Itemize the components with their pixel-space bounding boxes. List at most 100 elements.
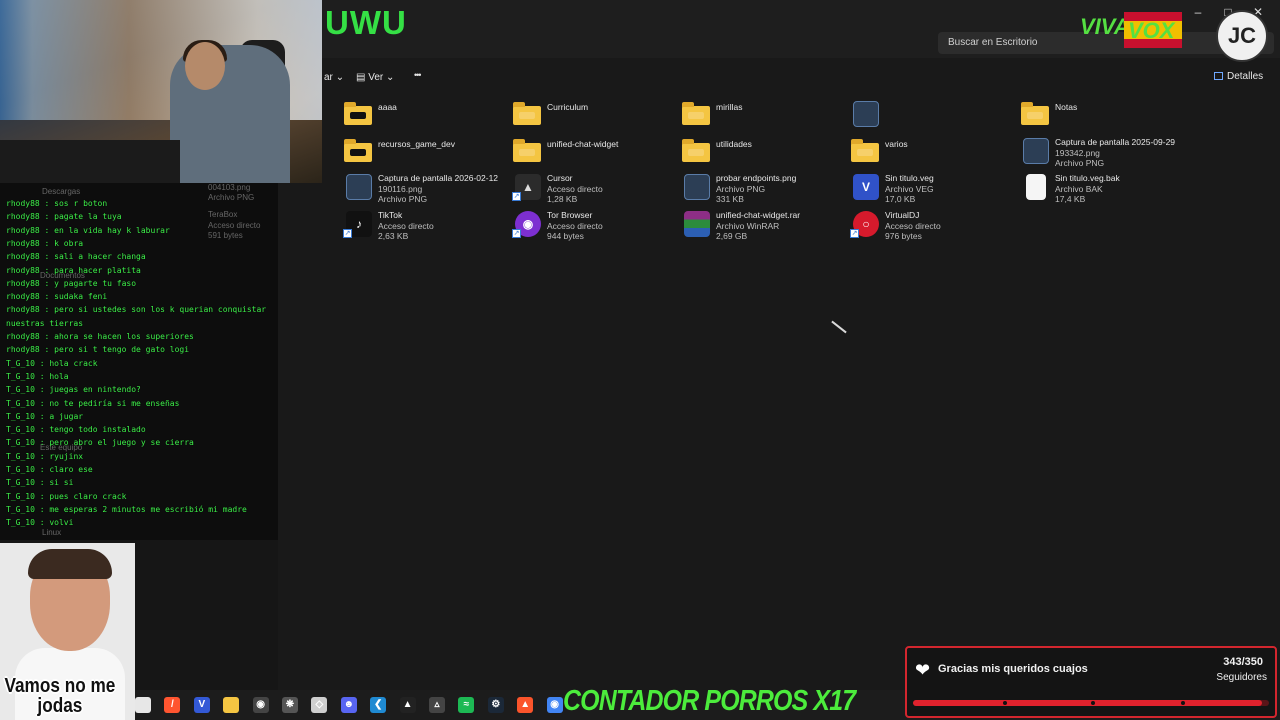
- chrome-icon[interactable]: ◉: [546, 697, 563, 713]
- file-name: Sin titulo.veg: [885, 173, 934, 183]
- goal-label: Gracias mis queridos cuajos: [938, 663, 1088, 675]
- file-text: Captura de pantalla 2025-09-29 193342.png…: [1055, 137, 1185, 169]
- chatgpt-icon[interactable]: ❋: [282, 697, 298, 713]
- file-name: Captura de pantalla 2025-09-29: [1055, 137, 1176, 147]
- details-pane-button[interactable]: Detalles: [1214, 71, 1263, 82]
- brave-icon[interactable]: ▲: [517, 697, 534, 713]
- vscode-icon[interactable]: ❮: [370, 697, 387, 713]
- file-item[interactable]: utilidades: [681, 137, 846, 171]
- chat-separator: :: [34, 438, 50, 448]
- file-name: TikTok: [378, 210, 403, 220]
- unity-icon[interactable]: ▵: [429, 697, 445, 713]
- goal-progress-track: [913, 700, 1269, 706]
- chat-text: k obra: [54, 238, 84, 248]
- chat-separator: :: [34, 491, 50, 501]
- more-options-button[interactable]: •••: [414, 70, 422, 80]
- chat-message: rhody88 : en la vida hay k laburar: [6, 226, 170, 235]
- minimize-button[interactable]: –: [1188, 5, 1208, 19]
- virtualdj-icon: ○ ↗: [850, 210, 880, 240]
- file-item[interactable]: ♪ ↗ TikTok Acceso directo 2,63 KB: [343, 210, 508, 244]
- blank-file-icon: [1020, 173, 1050, 203]
- toolbar-partial-button[interactable]: ar ⌄: [324, 72, 344, 83]
- file-item[interactable]: ○ ↗ VirtualDJ Acceso directo 976 bytes: [850, 210, 1015, 244]
- file-text: Sin titulo.veg Archivo VEG 17,0 KB: [885, 173, 1015, 205]
- file-item[interactable]: unified-chat-widget: [512, 137, 677, 171]
- steam-icon[interactable]: ⚙: [487, 697, 504, 713]
- chat-message: rhody88 : ahora se hacen los superiores: [6, 332, 194, 341]
- chat-message: T_G_10 : a jugar: [6, 412, 83, 421]
- goal-marker: [1181, 701, 1185, 705]
- image-file-icon: [850, 100, 880, 130]
- file-item[interactable]: Sin titulo.veg.bak Archivo BAK 17,4 KB: [1020, 173, 1185, 207]
- chat-separator: :: [39, 305, 55, 315]
- chat-username: T_G_10: [6, 385, 35, 395]
- file-item[interactable]: Curriculum: [512, 100, 677, 134]
- chat-separator: :: [34, 371, 50, 381]
- chat-username: T_G_10: [6, 518, 35, 528]
- file-meta: 190116.png: [378, 183, 423, 194]
- file-item[interactable]: varios: [850, 137, 1015, 171]
- file-text: VirtualDJ Acceso directo 976 bytes: [885, 210, 1015, 242]
- chat-text: para hacer platita: [54, 265, 141, 275]
- file-text: varios: [885, 139, 1015, 150]
- file-item[interactable]: recursos_game_dev: [343, 137, 508, 171]
- goal-marker: [1091, 701, 1095, 705]
- file-text: probar endpoints.png Archivo PNG 331 KB: [716, 173, 846, 205]
- file-meta: Archivo BAK: [1055, 183, 1103, 194]
- cube-icon[interactable]: ◇: [311, 697, 328, 713]
- file-item[interactable]: V Sin titulo.veg Archivo VEG 17,0 KB: [850, 173, 1015, 207]
- background-text: Descargas: [42, 187, 81, 196]
- file-text: Cursor Acceso directo 1,28 KB: [547, 173, 677, 205]
- file-item[interactable]: [850, 100, 1015, 134]
- file-text: Tor Browser Acceso directo 944 bytes: [547, 210, 677, 242]
- file-item[interactable]: Notas: [1020, 100, 1185, 134]
- chat-separator: :: [34, 465, 50, 474]
- file-name: Captura de pantalla 2026-02-12: [378, 173, 499, 183]
- chat-separator: :: [34, 358, 50, 368]
- file-item[interactable]: ▲ ↗ Cursor Acceso directo 1,28 KB: [512, 173, 677, 207]
- viva-text: VIVA: [1080, 14, 1130, 39]
- chat-message: rhody88 : pagate la tuya: [6, 212, 122, 221]
- chat-username: T_G_10: [6, 371, 35, 381]
- file-item[interactable]: Captura de pantalla 2025-09-29 193342.png…: [1020, 137, 1185, 171]
- chat-username: rhody88: [6, 332, 40, 341]
- explorer-icon[interactable]: [223, 697, 240, 713]
- chat-separator: :: [34, 398, 50, 408]
- chat-text: pagate la tuya: [54, 212, 122, 222]
- chat-separator: :: [39, 292, 55, 302]
- cursor-icon[interactable]: ▲: [399, 697, 416, 713]
- file-name: mirillas: [716, 102, 743, 112]
- file-item[interactable]: unified-chat-widget.rar Archivo WinRAR 2,6…: [681, 210, 846, 244]
- file-meta: 2,69 GB: [716, 231, 748, 241]
- spain-flag-icon: VOX: [1124, 12, 1182, 48]
- file-text: recursos_game_dev: [378, 139, 508, 150]
- chat-separator: :: [34, 518, 50, 528]
- opera-icon[interactable]: /: [164, 697, 181, 713]
- webcam-head: [185, 42, 225, 90]
- chrome-icon[interactable]: [135, 697, 151, 713]
- chat-text: nuestras tierras: [6, 318, 84, 328]
- chat-username: rhody88: [6, 265, 40, 275]
- discord-icon[interactable]: ☻: [340, 697, 357, 713]
- file-item[interactable]: mirillas: [681, 100, 846, 134]
- file-meta: Acceso directo: [885, 220, 941, 231]
- file-meta: Archivo PNG: [1055, 158, 1105, 168]
- file-item[interactable]: ◉ ↗ Tor Browser Acceso directo 944 bytes: [512, 210, 677, 244]
- file-name: Curriculum: [547, 102, 589, 112]
- webcam-desk: [0, 140, 180, 183]
- file-text: TikTok Acceso directo 2,63 KB: [378, 210, 508, 242]
- file-meta: 1,28 KB: [547, 194, 578, 204]
- vegas-icon[interactable]: V: [193, 697, 210, 713]
- file-item[interactable]: aaaa: [343, 100, 508, 134]
- file-item[interactable]: Captura de pantalla 2026-02-12 190116.png…: [343, 173, 508, 207]
- file-item[interactable]: probar endpoints.png Archivo PNG 331 KB: [681, 173, 846, 207]
- file-name: aaaa: [378, 102, 397, 112]
- spotify-icon[interactable]: ≈: [458, 697, 475, 713]
- chat-text: juegas en nintendo?: [49, 385, 141, 395]
- chat-separator: :: [39, 252, 55, 262]
- file-name: recursos_game_dev: [378, 139, 456, 149]
- file-meta: Archivo PNG: [716, 183, 766, 194]
- view-button[interactable]: ▤ Ver ⌄: [356, 72, 394, 83]
- background-text: Acceso directo: [208, 221, 261, 230]
- obs-icon[interactable]: ◉: [252, 697, 269, 713]
